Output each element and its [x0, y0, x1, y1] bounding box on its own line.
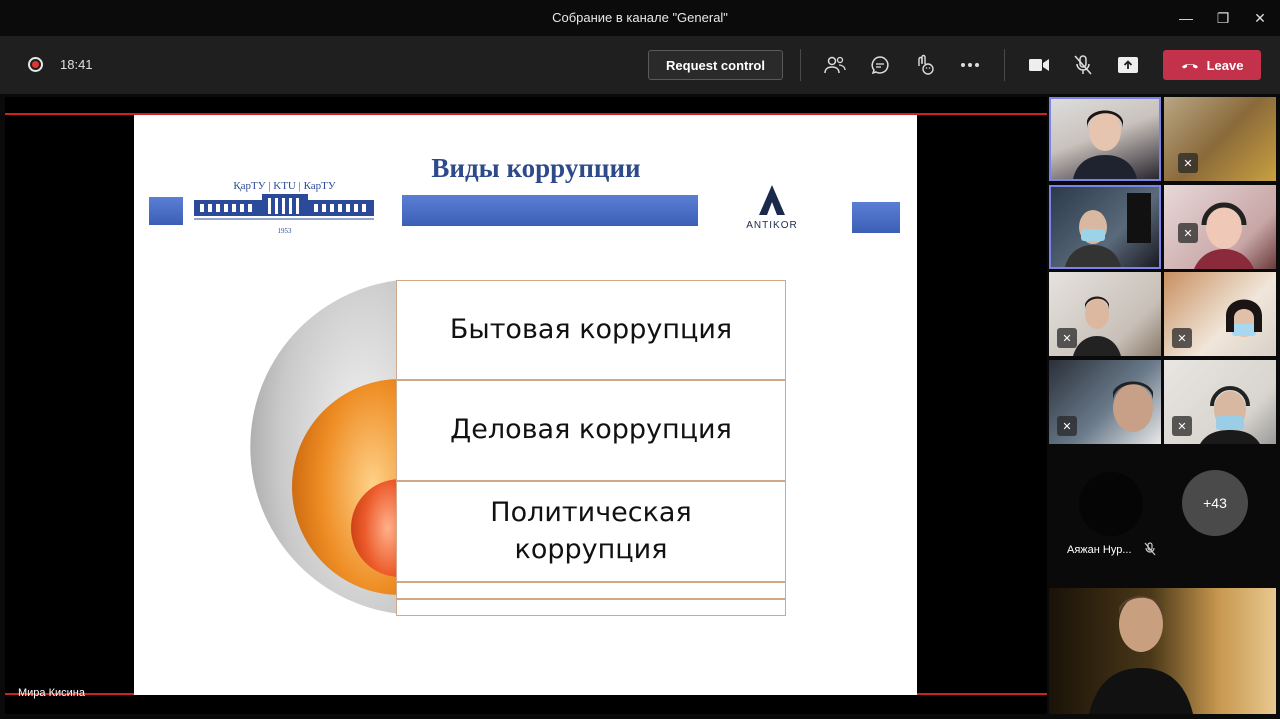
person-video	[1089, 596, 1193, 714]
building-icon	[194, 194, 374, 220]
participant-video[interactable]: ✕	[1164, 185, 1276, 269]
university-year: 1953	[277, 227, 292, 235]
empty-row	[396, 582, 786, 599]
chat-icon[interactable]	[868, 53, 892, 77]
more-options-icon[interactable]	[958, 53, 982, 77]
participant-video[interactable]: ✕	[1164, 97, 1276, 181]
minimize-button[interactable]: —	[1174, 6, 1198, 30]
divider	[1004, 49, 1005, 81]
decor-bar	[402, 195, 698, 226]
list-item-line: коррупция	[514, 533, 668, 565]
list-item: Политическая коррупция	[396, 481, 786, 582]
divider	[800, 49, 801, 81]
camera-icon[interactable]	[1027, 53, 1051, 77]
title-bar: Собрание в канале "General" — ❐ ✕	[0, 0, 1280, 36]
mic-muted-icon	[1144, 542, 1156, 559]
list-item-line: Политическая	[490, 497, 692, 529]
person-video	[1073, 110, 1137, 179]
presentation-slide: Виды коррупции ҚарТУ | KTU | КарТУ 1953 …	[134, 115, 917, 695]
mic-muted-icon: ✕	[1178, 223, 1198, 243]
maximize-button[interactable]: ❐	[1211, 6, 1235, 30]
leave-button[interactable]: Leave	[1163, 50, 1261, 80]
participant-video[interactable]	[1049, 97, 1161, 181]
person-video	[1065, 193, 1151, 267]
list-item: Бытовая коррупция	[396, 280, 786, 380]
reactions-icon[interactable]	[913, 53, 937, 77]
mic-muted-icon: ✕	[1178, 153, 1198, 173]
participant-video[interactable]: ✕	[1049, 360, 1161, 444]
mic-muted-icon: ✕	[1057, 416, 1077, 436]
phone-hangup-icon	[1181, 64, 1198, 69]
leave-label: Leave	[1206, 57, 1244, 73]
participant-video[interactable]	[1049, 185, 1161, 269]
mic-muted-icon: ✕	[1057, 328, 1077, 348]
share-screen-icon[interactable]	[1116, 53, 1140, 77]
nested-semicircles	[250, 280, 400, 614]
participant-name: Аяжан Нур...	[1067, 544, 1132, 556]
participant-video[interactable]: ✕	[1049, 272, 1161, 356]
mic-muted-icon[interactable]	[1071, 53, 1095, 77]
meeting-toolbar: 18:41 Request control Leave	[0, 36, 1280, 94]
decor-bar	[852, 202, 900, 233]
list-item: Деловая коррупция	[396, 380, 786, 481]
decor-bar	[149, 197, 183, 225]
shared-screen: Виды коррупции ҚарТУ | KTU | КарТУ 1953 …	[5, 97, 1047, 714]
self-video[interactable]	[1049, 588, 1276, 714]
window-title: Собрание в канале "General"	[552, 10, 728, 25]
antikor-text: ANTIKOR	[746, 220, 798, 231]
presenter-name: Мира Кисина	[18, 687, 85, 699]
antikor-emblem-icon	[759, 185, 785, 215]
university-logo-text: ҚарТУ | KTU | КарТУ	[233, 180, 336, 192]
mic-muted-icon: ✕	[1172, 328, 1192, 348]
people-icon[interactable]	[823, 53, 847, 77]
antikor-logo: ANTIKOR	[742, 185, 802, 235]
request-control-button[interactable]: Request control	[648, 50, 783, 80]
empty-row	[396, 599, 786, 616]
mic-muted-icon: ✕	[1172, 416, 1192, 436]
slide-nav-controls[interactable]: ⇦ ✎ ▤ ⇨	[270, 693, 322, 695]
participant-video[interactable]: ✕	[1164, 272, 1276, 356]
participant-video[interactable]: ✕	[1164, 360, 1276, 444]
more-participants-button[interactable]: +43	[1182, 470, 1248, 536]
avatar[interactable]	[1079, 472, 1143, 536]
meeting-time: 18:41	[60, 57, 93, 72]
university-logo: ҚарТУ | KTU | КарТУ 1953	[192, 180, 377, 240]
close-button[interactable]: ✕	[1248, 6, 1272, 30]
recording-icon	[28, 57, 43, 72]
